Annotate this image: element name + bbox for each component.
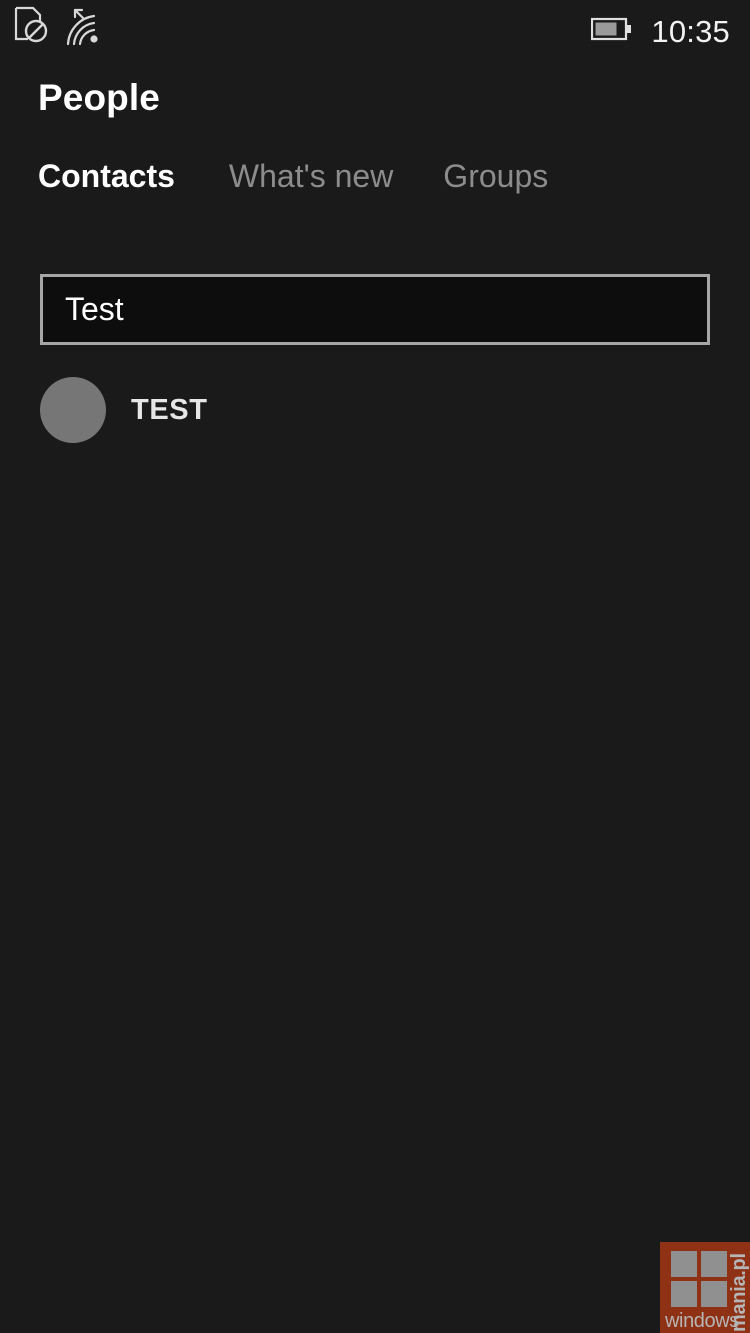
status-bar-clock: 10:35: [651, 13, 730, 49]
page-title: People: [38, 77, 160, 118]
status-bar-right: 10:35: [591, 0, 730, 62]
wifi-icon: [62, 6, 106, 55]
list-item[interactable]: TEST: [0, 372, 750, 448]
tab-groups[interactable]: Groups: [443, 156, 548, 196]
tab-contacts[interactable]: Contacts: [38, 156, 175, 196]
search-box[interactable]: [40, 274, 710, 345]
phone-screen: 10:35 People Contacts What's new Groups …: [0, 0, 750, 1333]
contact-list: TEST: [0, 372, 750, 448]
no-sim-icon: [14, 6, 48, 51]
status-bar-left-icons: [14, 6, 106, 55]
avatar: [40, 377, 106, 443]
watermark: windows mania.pl: [660, 1242, 750, 1333]
windows-logo-icon: [671, 1251, 727, 1307]
tab-whats-new[interactable]: What's new: [229, 156, 393, 196]
watermark-word-side: mania.pl: [728, 1253, 750, 1332]
contact-name: TEST: [131, 393, 208, 426]
pivot-tabs: Contacts What's new Groups: [38, 156, 548, 196]
status-bar: 10:35: [0, 0, 750, 62]
battery-icon: [591, 17, 633, 46]
search-input[interactable]: [43, 277, 707, 342]
